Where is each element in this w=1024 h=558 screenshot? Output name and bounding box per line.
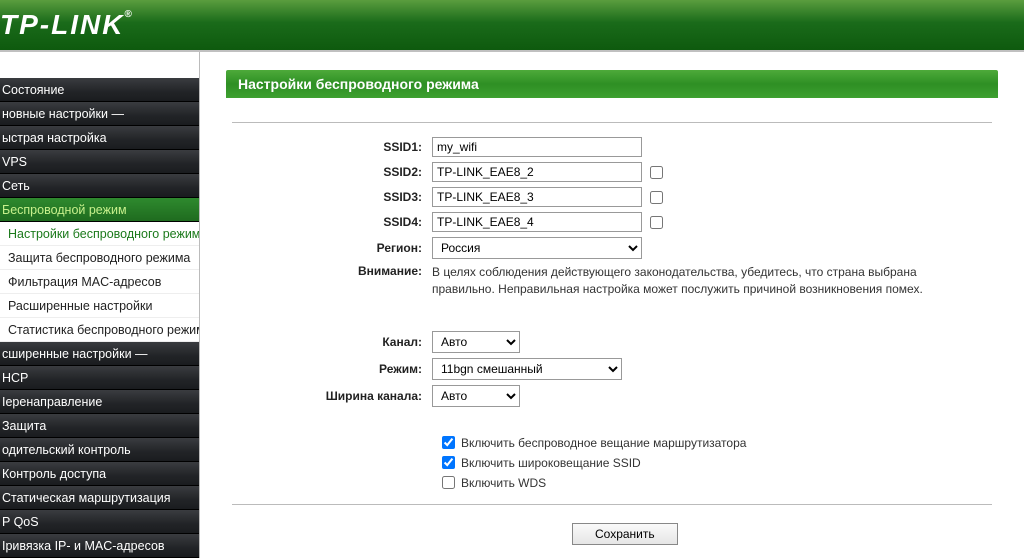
sidebar-item-18[interactable]: P QoS	[0, 510, 199, 534]
ssid4-label: SSID4:	[232, 215, 432, 229]
warning-text: В целях соблюдения действующего законода…	[432, 264, 992, 299]
sidebar-item-15[interactable]: одительский контроль	[0, 438, 199, 462]
ssid2-label: SSID2:	[232, 165, 432, 179]
ssid4-input[interactable]	[432, 212, 642, 232]
sidebar-item-7[interactable]: Защита беспроводного режима	[0, 246, 199, 270]
sidebar-item-1[interactable]: новные настройки —	[0, 102, 199, 126]
sidebar-item-11[interactable]: сширенные настройки —	[0, 342, 199, 366]
ssid1-label: SSID1:	[232, 140, 432, 154]
ssid2-enable-checkbox[interactable]	[650, 166, 663, 179]
separator	[232, 122, 992, 123]
radio-enable-label: Включить беспроводное вещание маршрутиза…	[461, 436, 746, 450]
channel-select[interactable]: Авто	[432, 331, 520, 353]
sidebar-item-0[interactable]: Состояние	[0, 78, 199, 102]
chwidth-select[interactable]: Авто	[432, 385, 520, 407]
sidebar-item-4[interactable]: Сеть	[0, 174, 199, 198]
sidebar-item-10[interactable]: Статистика беспроводного режима	[0, 318, 199, 342]
sidebar-item-16[interactable]: Контроль доступа	[0, 462, 199, 486]
sidebar-item-13[interactable]: Іеренаправление	[0, 390, 199, 414]
brand-logo: TP-LINK®	[0, 9, 134, 41]
sidebar-item-6[interactable]: Настройки беспроводного режима	[0, 222, 199, 246]
ssid4-enable-checkbox[interactable]	[650, 216, 663, 229]
sidebar: Состояниеновные настройки —ыстрая настро…	[0, 52, 200, 558]
warning-label: Внимание:	[232, 264, 432, 278]
nav-menu: Состояниеновные настройки —ыстрая настро…	[0, 78, 199, 558]
separator-bottom	[232, 504, 992, 505]
chwidth-label: Ширина канала:	[232, 389, 432, 403]
wds-checkbox[interactable]	[442, 476, 455, 489]
sidebar-item-19[interactable]: Іривязка IP- и MAC-адресов	[0, 534, 199, 558]
ssid3-enable-checkbox[interactable]	[650, 191, 663, 204]
ssid3-input[interactable]	[432, 187, 642, 207]
region-label: Регион:	[232, 241, 432, 255]
sidebar-item-8[interactable]: Фильтрация MAC-адресов	[0, 270, 199, 294]
ssid-broadcast-label: Включить широковещание SSID	[461, 456, 641, 470]
sidebar-item-12[interactable]: HCP	[0, 366, 199, 390]
save-button[interactable]: Сохранить	[572, 523, 678, 545]
ssid1-input[interactable]	[432, 137, 642, 157]
mode-label: Режим:	[232, 362, 432, 376]
ssid3-label: SSID3:	[232, 190, 432, 204]
radio-enable-checkbox[interactable]	[442, 436, 455, 449]
region-select[interactable]: Россия	[432, 237, 642, 259]
channel-label: Канал:	[232, 335, 432, 349]
sidebar-item-5[interactable]: Беспроводной режим	[0, 198, 199, 222]
ssid2-input[interactable]	[432, 162, 642, 182]
sidebar-item-17[interactable]: Статическая маршрутизация	[0, 486, 199, 510]
main-content: Настройки беспроводного режима SSID1: SS…	[200, 52, 1024, 558]
panel-title: Настройки беспроводного режима	[226, 70, 998, 98]
header: TP-LINK®	[0, 0, 1024, 50]
wds-label: Включить WDS	[461, 476, 546, 490]
sidebar-item-2[interactable]: ыстрая настройка	[0, 126, 199, 150]
sidebar-item-3[interactable]: VPS	[0, 150, 199, 174]
mode-select[interactable]: 11bgn смешанный	[432, 358, 622, 380]
sidebar-item-9[interactable]: Расширенные настройки	[0, 294, 199, 318]
sidebar-item-14[interactable]: Защита	[0, 414, 199, 438]
ssid-broadcast-checkbox[interactable]	[442, 456, 455, 469]
